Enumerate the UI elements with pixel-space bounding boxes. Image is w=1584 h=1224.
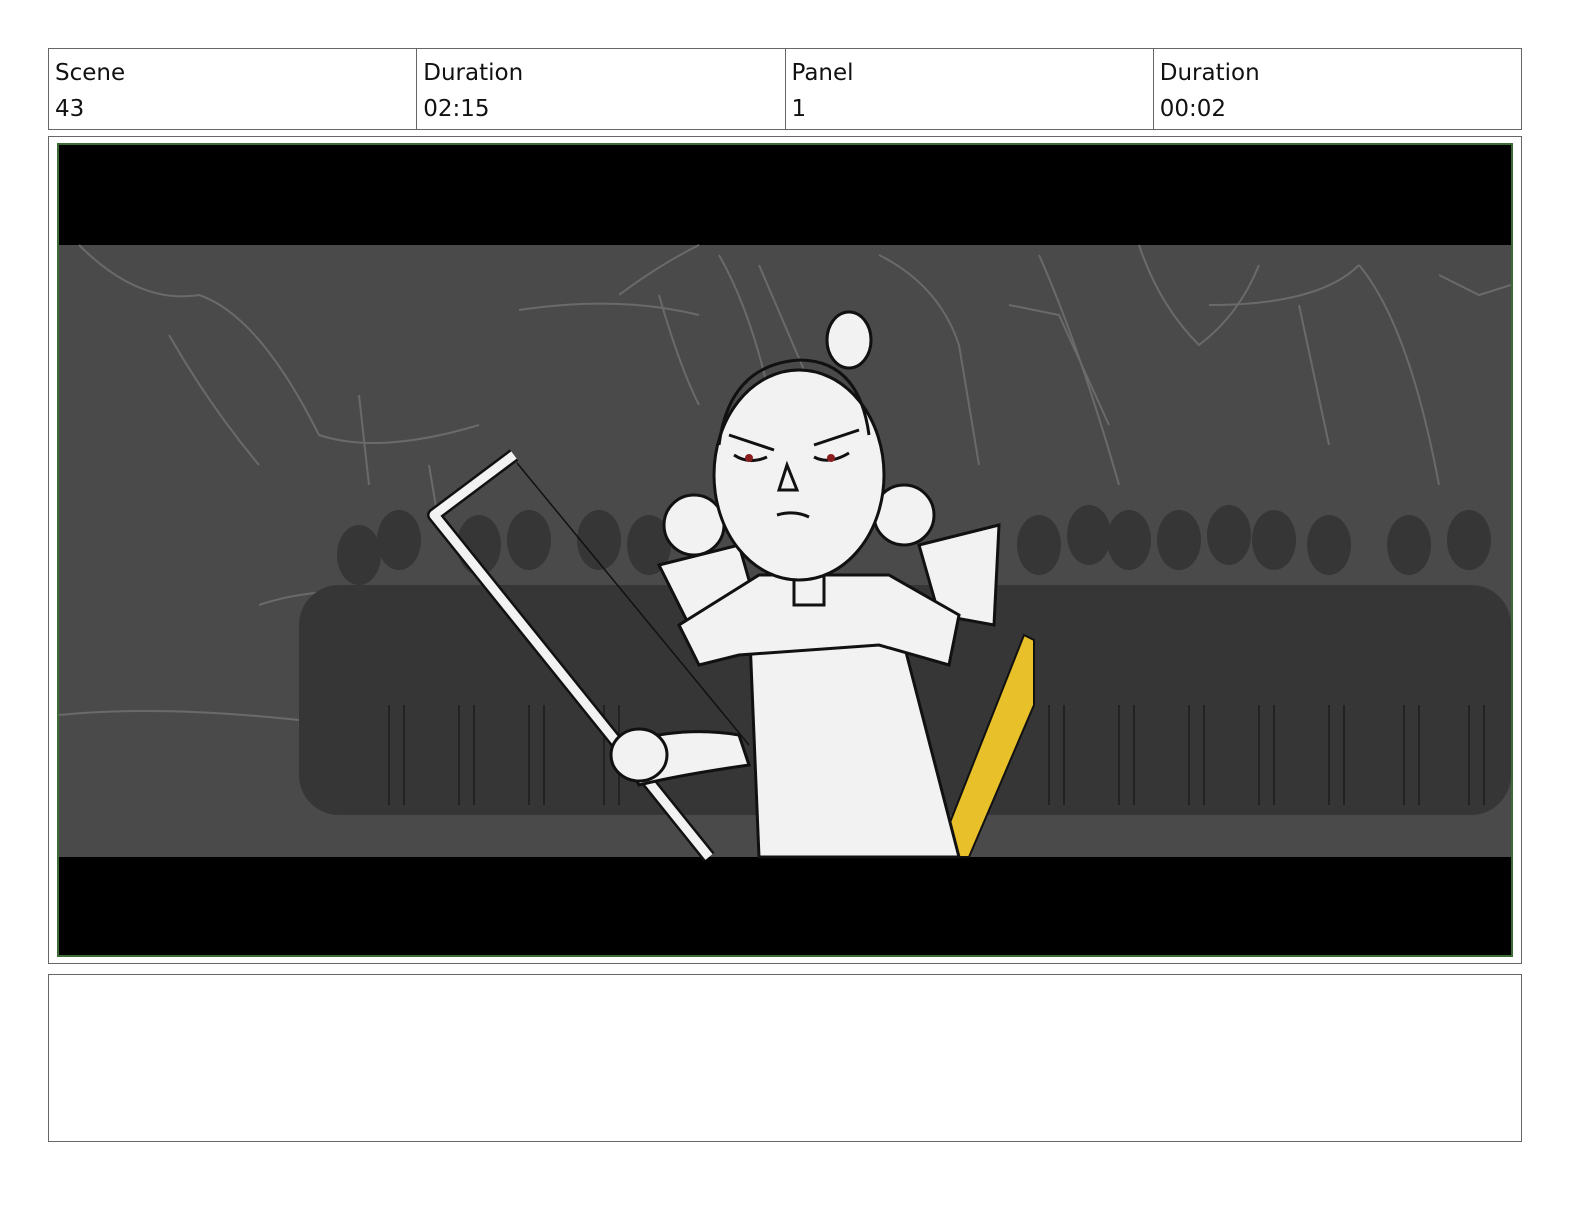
panel-duration-value[interactable]: 00:02 xyxy=(1160,91,1515,127)
letterbox-bottom xyxy=(59,857,1511,955)
panel-notes-box[interactable] xyxy=(48,974,1522,1142)
panel-sketch xyxy=(59,145,1511,955)
scene-duration-value[interactable]: 02:15 xyxy=(423,91,778,127)
panel-cell: Panel 1 xyxy=(784,49,1153,129)
scene-label: Scene xyxy=(55,60,126,86)
scene-cell: Scene 43 xyxy=(49,49,416,129)
panel-duration-label: Duration xyxy=(1159,60,1260,86)
storyboard-panel-image[interactable] xyxy=(57,143,1513,957)
scene-duration-cell: Duration 02:15 xyxy=(416,49,784,129)
scene-value[interactable]: 43 xyxy=(55,91,410,127)
panel-duration-cell: Duration 00:02 xyxy=(1152,49,1521,129)
scene-info-header: Scene 43 Duration 02:15 Panel 1 Duration… xyxy=(48,48,1522,130)
storyboard-panel-frame xyxy=(48,136,1522,964)
scene-duration-label: Duration xyxy=(423,60,524,86)
panel-value[interactable]: 1 xyxy=(792,91,1147,127)
panel-label: Panel xyxy=(791,60,854,86)
letterbox-top xyxy=(59,145,1511,245)
